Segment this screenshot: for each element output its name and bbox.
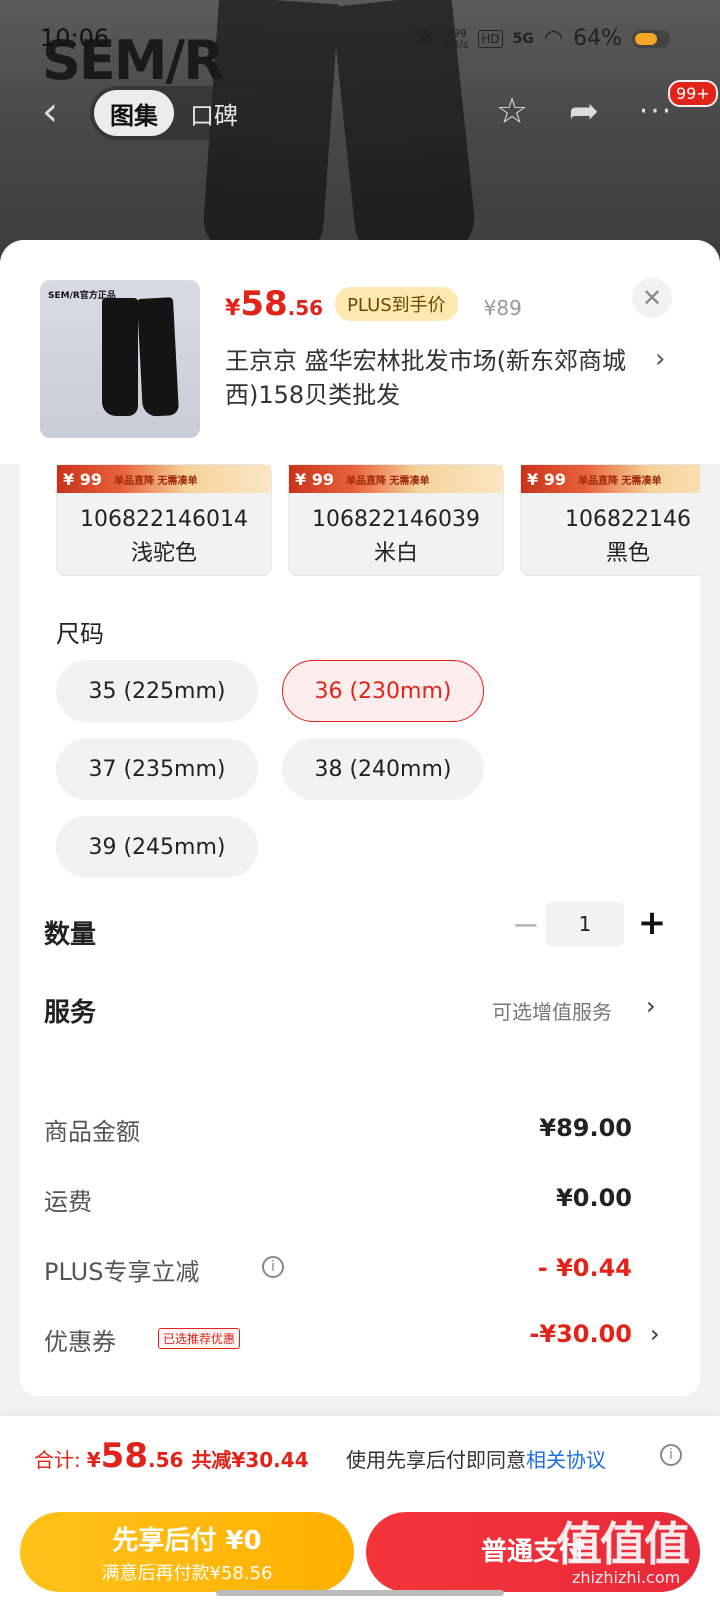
status-time: 10:06	[40, 24, 110, 52]
quantity-plus-button[interactable]: +	[632, 904, 672, 944]
banner-price: ¥ 99	[527, 469, 566, 489]
coupon-value[interactable]: -¥30.00	[529, 1320, 632, 1348]
tab-reviews[interactable]: 口碑	[174, 90, 254, 136]
quantity-label: 数量	[44, 920, 97, 950]
banner-text: 单品直降 无需凑单	[345, 475, 430, 487]
thumbnail-boot	[136, 297, 180, 417]
tab-switch: 图集 口碑	[90, 86, 266, 140]
shipping-label: 运费	[44, 1188, 92, 1216]
speed-unit: KB/s	[444, 37, 469, 51]
color-name: 黑色	[605, 541, 650, 566]
agreement-text: 使用先享后付即同意相关协议	[346, 1444, 606, 1473]
size-option[interactable]: 38 (240mm)	[282, 738, 484, 800]
info-icon[interactable]: i	[262, 1256, 284, 1278]
color-option[interactable]: ¥ 99 单品直降 无需凑单 106822146039 米白	[288, 464, 504, 576]
service-value[interactable]: 可选增值服务	[492, 996, 612, 1025]
quantity-minus-button[interactable]: −	[506, 906, 546, 946]
bluetooth-icon: ✱	[415, 26, 435, 51]
back-icon[interactable]: ‹	[30, 92, 70, 136]
promo-banner: ¥ 99 单品直降 无需凑单	[57, 465, 271, 493]
coupon-tag: 已选推荐优惠	[158, 1328, 241, 1349]
delivery-address[interactable]: 王京京 盛华宏林批发市场(新东郊商城西)158贝类批发	[225, 344, 645, 412]
info-icon[interactable]: i	[660, 1444, 682, 1466]
color-name: 米白	[373, 541, 418, 566]
status-bar: 10:06 ✱ 299 KB/s HD 5G ◠ 64%	[0, 0, 720, 78]
size-section-title: 尺码	[56, 620, 104, 648]
banner-price: ¥ 99	[295, 469, 334, 489]
chevron-right-icon[interactable]: ›	[650, 1320, 660, 1348]
service-label: 服务	[44, 998, 97, 1028]
size-option-selected[interactable]: 36 (230mm)	[282, 660, 484, 722]
total-symbol: ¥	[86, 1448, 101, 1472]
color-options: ¥ 99 单品直降 无需凑单 106822146014 浅驼色 ¥ 99 单品直…	[56, 464, 700, 584]
share-icon[interactable]: ➦	[560, 88, 608, 136]
pay-later-button[interactable]: 先享后付 ¥0 满意后再付款¥58.56	[20, 1512, 354, 1592]
network-speed: 299 KB/s	[444, 28, 468, 50]
purchase-sheet: SEM/R官方正品 ¥ 58 .56 PLUS到手价 ¥89 ✕ 王京京 盛华宏…	[0, 240, 720, 1600]
goods-amount-value: ¥89.00	[539, 1114, 632, 1142]
pay-later-main: 先享后付 ¥0	[112, 1526, 262, 1556]
color-sku: 106822146	[565, 507, 691, 532]
color-sku: 106822146039	[312, 507, 480, 532]
banner-text: 单品直降 无需凑单	[113, 475, 198, 487]
plus-price-tag: PLUS到手价	[335, 287, 458, 321]
color-option[interactable]: ¥ 99 单品直降 无需凑单 106822146014 浅驼色	[56, 464, 272, 576]
watermark: 值值值	[556, 1517, 690, 1571]
total-row: 合计: ¥ 58 .56 共减¥30.44	[34, 1436, 309, 1476]
total-decimal: .56	[148, 1448, 184, 1472]
watermark-url: zhizhizhi.com	[572, 1568, 681, 1587]
more-badge: 99+	[668, 80, 718, 107]
agreement-link[interactable]: 相关协议	[526, 1448, 606, 1472]
battery-icon	[632, 29, 670, 48]
tab-gallery[interactable]: 图集	[94, 90, 174, 136]
thumbnail-boot	[102, 298, 138, 416]
wifi-icon: ◠	[543, 26, 564, 51]
product-thumbnail: SEM/R官方正品	[40, 280, 200, 438]
goods-amount-label: 商品金额	[44, 1118, 140, 1146]
close-icon[interactable]: ✕	[632, 278, 672, 318]
plus-discount-value: - ¥0.44	[537, 1254, 632, 1282]
promo-banner: ¥ 99 单品直降 无需凑单	[289, 465, 503, 493]
price-decimal: .56	[287, 296, 324, 320]
network-type: 5G	[512, 30, 534, 47]
price-row: ¥ 58 .56 PLUS到手价 ¥89	[225, 284, 522, 324]
top-nav: ‹ 图集 口碑 ☆ ➦ ··· 99+	[0, 80, 720, 146]
coupon-label: 优惠券	[44, 1328, 116, 1356]
chevron-right-icon[interactable]: ›	[655, 344, 665, 374]
chevron-right-icon[interactable]: ›	[646, 992, 656, 1020]
banner-text: 单品直降 无需凑单	[577, 475, 662, 487]
size-option[interactable]: 35 (225mm)	[56, 660, 258, 722]
star-icon[interactable]: ☆	[488, 88, 536, 136]
total-integer: 58	[100, 1436, 148, 1476]
sheet-header: SEM/R官方正品 ¥ 58 .56 PLUS到手价 ¥89 ✕ 王京京 盛华宏…	[0, 240, 720, 464]
home-indicator	[216, 1590, 504, 1596]
battery-percent: 64%	[573, 26, 622, 51]
color-sku: 106822146014	[80, 507, 248, 532]
quantity-value[interactable]: 1	[546, 902, 624, 946]
color-option[interactable]: ¥ 99 单品直降 无需凑单 106822146 黑色	[520, 464, 700, 576]
color-name: 浅驼色	[130, 541, 197, 566]
order-summary: 商品金额 ¥89.00 运费 ¥0.00 PLUS专享立减 i - ¥0.44 …	[20, 1076, 700, 1396]
status-icons: ✱ 299 KB/s HD 5G ◠ 64%	[416, 26, 670, 51]
shipping-value: ¥0.00	[556, 1184, 632, 1212]
pay-later-sub: 满意后再付款¥58.56	[101, 1563, 273, 1584]
promo-banner: ¥ 99 单品直降 无需凑单	[521, 465, 700, 493]
hd-tag: HD	[478, 29, 503, 48]
total-label: 合计:	[34, 1448, 81, 1472]
original-price: ¥89	[483, 296, 522, 320]
banner-price: ¥ 99	[63, 469, 102, 489]
size-option[interactable]: 39 (245mm)	[56, 816, 258, 878]
agreement-prefix: 使用先享后付即同意	[346, 1448, 526, 1472]
plus-discount-label: PLUS专享立减	[44, 1258, 200, 1286]
size-option[interactable]: 37 (235mm)	[56, 738, 258, 800]
price-integer: 58	[240, 284, 288, 324]
price-symbol: ¥	[225, 296, 241, 321]
total-discount: 共减¥30.44	[191, 1448, 309, 1472]
